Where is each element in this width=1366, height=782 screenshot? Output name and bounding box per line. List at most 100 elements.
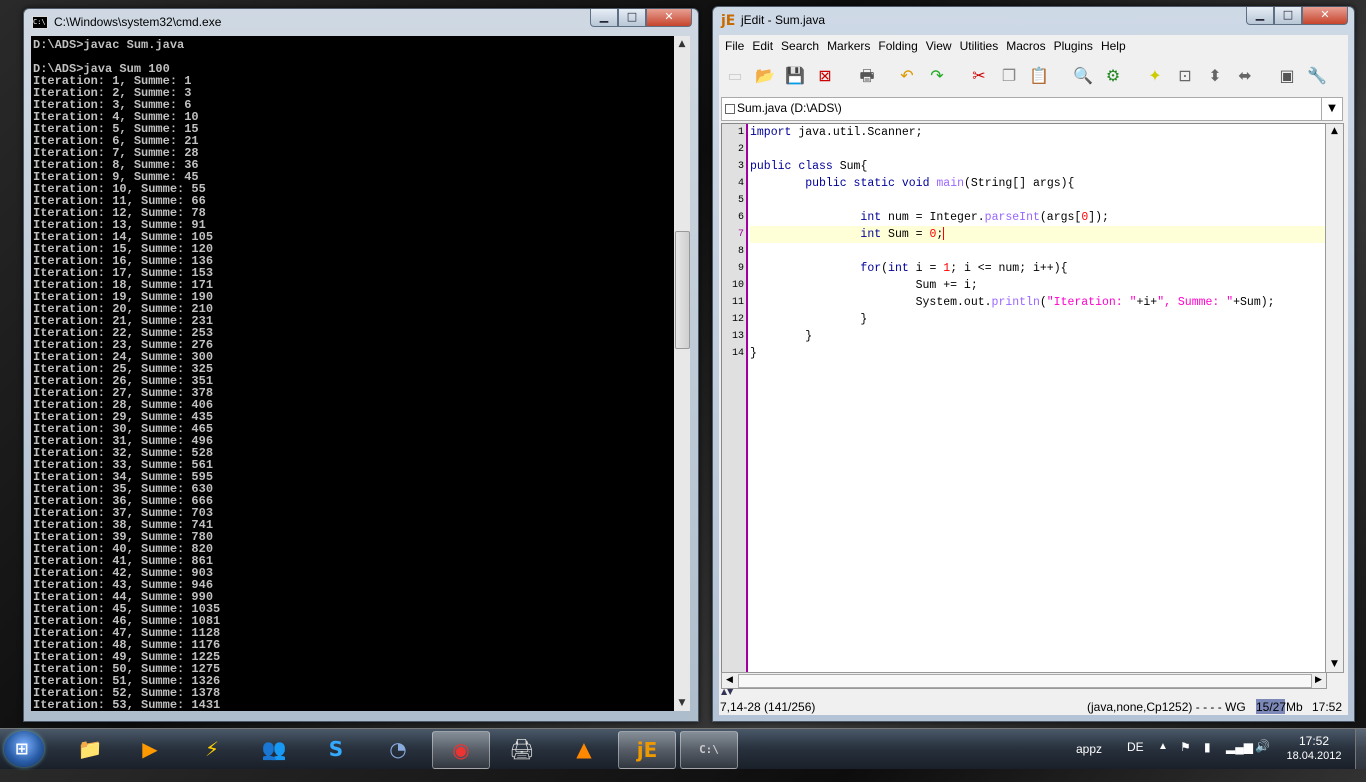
line-number: 14: [731, 348, 744, 359]
scroll-right-arrow-icon[interactable]: ▶: [1311, 673, 1326, 688]
show-desktop-button[interactable]: [1355, 729, 1366, 769]
minimize-button[interactable]: ▁: [1246, 7, 1274, 25]
menu-macros[interactable]: Macros: [1004, 35, 1051, 57]
cmd-window[interactable]: C:\ C:\Windows\system32\cmd.exe ▁ □ ✕ D:…: [23, 8, 699, 722]
close-file-icon[interactable]: ⊠: [813, 64, 837, 88]
line-number: 3: [737, 161, 744, 172]
split-arrows-icon[interactable]: ▲▼: [721, 687, 733, 696]
line-number: 4: [737, 178, 744, 189]
clock-date: 18.04.2012: [1286, 750, 1342, 762]
open-file-icon[interactable]: 📂: [753, 64, 777, 88]
jedit-window[interactable]: jE jEdit - Sum.java ▁ □ ✕ File Edit Sear…: [712, 6, 1355, 722]
unsplit-icon[interactable]: ⊡: [1173, 64, 1197, 88]
save-icon[interactable]: 💾: [783, 64, 807, 88]
skype-icon[interactable]: S: [308, 731, 364, 767]
line-number: 5: [737, 195, 744, 206]
new-file-icon[interactable]: ▭: [723, 64, 747, 88]
windows-start-icon[interactable]: ⊞: [4, 731, 44, 767]
line-number: 2: [737, 144, 744, 155]
close-button[interactable]: ✕: [1302, 7, 1348, 25]
network-signal-icon[interactable]: ▂▄▆: [1226, 740, 1253, 780]
cmd-vertical-scrollbar[interactable]: ▲ ▼: [674, 36, 690, 711]
editor-horizontal-scrollbar[interactable]: ◀ ▶: [721, 672, 1327, 689]
buffer-switcher[interactable]: Sum.java (D:\ADS\) ▼: [721, 97, 1343, 121]
cmd-icon: C:\: [32, 16, 48, 29]
menu-plugins[interactable]: Plugins: [1052, 35, 1099, 57]
jedit-logo-icon: jE: [721, 13, 736, 29]
menu-utilities[interactable]: Utilities: [958, 35, 1005, 57]
menu-file[interactable]: File: [723, 35, 750, 57]
language-indicator[interactable]: DE: [1127, 740, 1144, 780]
show-hidden-icons-icon[interactable]: ▲: [1158, 741, 1168, 781]
scroll-down-arrow-icon[interactable]: ▼: [674, 695, 690, 711]
buffer-dirty-checkbox: [725, 104, 735, 114]
taskbar: ⊞ 📁 ▶ ⚡ 👥 S ◔ ◉ 🖨 ▲ jE C:\ appz DE ▲ ⚑ ▮…: [0, 728, 1366, 769]
scrollbar-thumb[interactable]: [738, 674, 1312, 688]
find-in-files-icon[interactable]: ⚙: [1101, 64, 1125, 88]
action-center-flag-icon[interactable]: ⚑: [1180, 740, 1191, 780]
line-number: 6: [737, 212, 744, 223]
buffer-mode-info[interactable]: (java,none,Cp1252) - - - - WG: [1087, 700, 1246, 714]
menu-view[interactable]: View: [924, 35, 958, 57]
tray-clock[interactable]: 17:52 18.04.2012: [1286, 729, 1342, 769]
code-line: }: [750, 347, 757, 360]
battery-icon[interactable]: ▮: [1204, 740, 1211, 780]
find-icon[interactable]: 🔍: [1071, 64, 1095, 88]
paste-icon[interactable]: 📋: [1027, 64, 1051, 88]
maximize-button[interactable]: □: [1274, 7, 1302, 25]
split-vertical-icon[interactable]: ⬌: [1233, 64, 1257, 88]
scroll-up-arrow-icon[interactable]: ▲: [674, 36, 690, 52]
print-icon[interactable]: 🖶: [855, 64, 879, 88]
jedit-window-title: jEdit - Sum.java: [741, 13, 826, 27]
status-bar: 7,14-28 (141/256) (java,none,Cp1252) - -…: [719, 699, 1348, 715]
volume-icon[interactable]: 🔊: [1255, 739, 1270, 779]
code-lines[interactable]: import java.util.Scanner; public class S…: [750, 124, 1325, 362]
editor-vertical-scrollbar[interactable]: ▲ ▼: [1325, 123, 1344, 673]
chevron-down-icon[interactable]: ▼: [1321, 98, 1342, 120]
cut-icon[interactable]: ✂: [967, 64, 991, 88]
scroll-down-arrow-icon[interactable]: ▼: [1326, 657, 1343, 672]
media-player-icon[interactable]: ▶: [122, 731, 178, 767]
tray-label-appz[interactable]: appz: [1076, 742, 1102, 782]
line-number: 12: [731, 314, 744, 325]
code-line: }: [750, 313, 868, 326]
menu-edit[interactable]: Edit: [750, 35, 779, 57]
redo-icon[interactable]: ↷: [925, 64, 949, 88]
menu-help[interactable]: Help: [1099, 35, 1132, 57]
cmd-icon[interactable]: C:\: [680, 731, 738, 769]
menu-folding[interactable]: Folding: [876, 35, 923, 57]
copy-icon[interactable]: ❐: [997, 64, 1021, 88]
explorer-icon[interactable]: 📁: [62, 731, 118, 767]
maximize-button[interactable]: □: [618, 9, 646, 27]
menu-search[interactable]: Search: [779, 35, 825, 57]
fax-printer-icon[interactable]: 🖨: [494, 731, 550, 767]
code-line: public static void main(String[] args){: [805, 177, 1075, 190]
console-output-area[interactable]: D:\ADS>javac Sum.java D:\ADS>java Sum 10…: [31, 36, 674, 711]
messenger-icon[interactable]: 👥: [246, 731, 302, 767]
scrollbar-thumb[interactable]: [675, 231, 690, 349]
scroll-up-arrow-icon[interactable]: ▲: [1326, 124, 1343, 139]
plugin-manager-icon[interactable]: 🔧: [1305, 64, 1329, 88]
line-number-current: 7: [737, 229, 744, 240]
winamp-icon[interactable]: ⚡: [184, 731, 240, 767]
chrome-icon[interactable]: ◉: [432, 731, 490, 769]
line-number: 8: [737, 246, 744, 257]
network-monitor-icon[interactable]: ◔: [370, 731, 426, 767]
memory-status[interactable]: 15/27Mb: [1256, 699, 1308, 714]
new-view-icon[interactable]: ✦: [1143, 64, 1167, 88]
undo-icon[interactable]: ↶: [895, 64, 919, 88]
close-button[interactable]: ✕: [646, 9, 692, 27]
scroll-left-arrow-icon[interactable]: ◀: [722, 673, 737, 688]
jedit-icon[interactable]: jE: [618, 731, 676, 769]
cmd-titlebar[interactable]: C:\ C:\Windows\system32\cmd.exe ▁ □ ✕: [24, 9, 698, 35]
line-number-gutter[interactable]: 1 2 3 4 5 6 7 8 9 10 11 12 13 14: [722, 124, 748, 672]
caret-position[interactable]: 7,14-28 (141/256): [720, 700, 815, 714]
minimize-button[interactable]: ▁: [590, 9, 618, 27]
menu-markers[interactable]: Markers: [825, 35, 876, 57]
vlc-icon[interactable]: ▲: [556, 731, 612, 767]
global-options-icon[interactable]: ▣: [1275, 64, 1299, 88]
text-area[interactable]: 1 2 3 4 5 6 7 8 9 10 11 12 13 14 import …: [721, 123, 1326, 673]
split-horizontal-icon[interactable]: ⬍: [1203, 64, 1227, 88]
